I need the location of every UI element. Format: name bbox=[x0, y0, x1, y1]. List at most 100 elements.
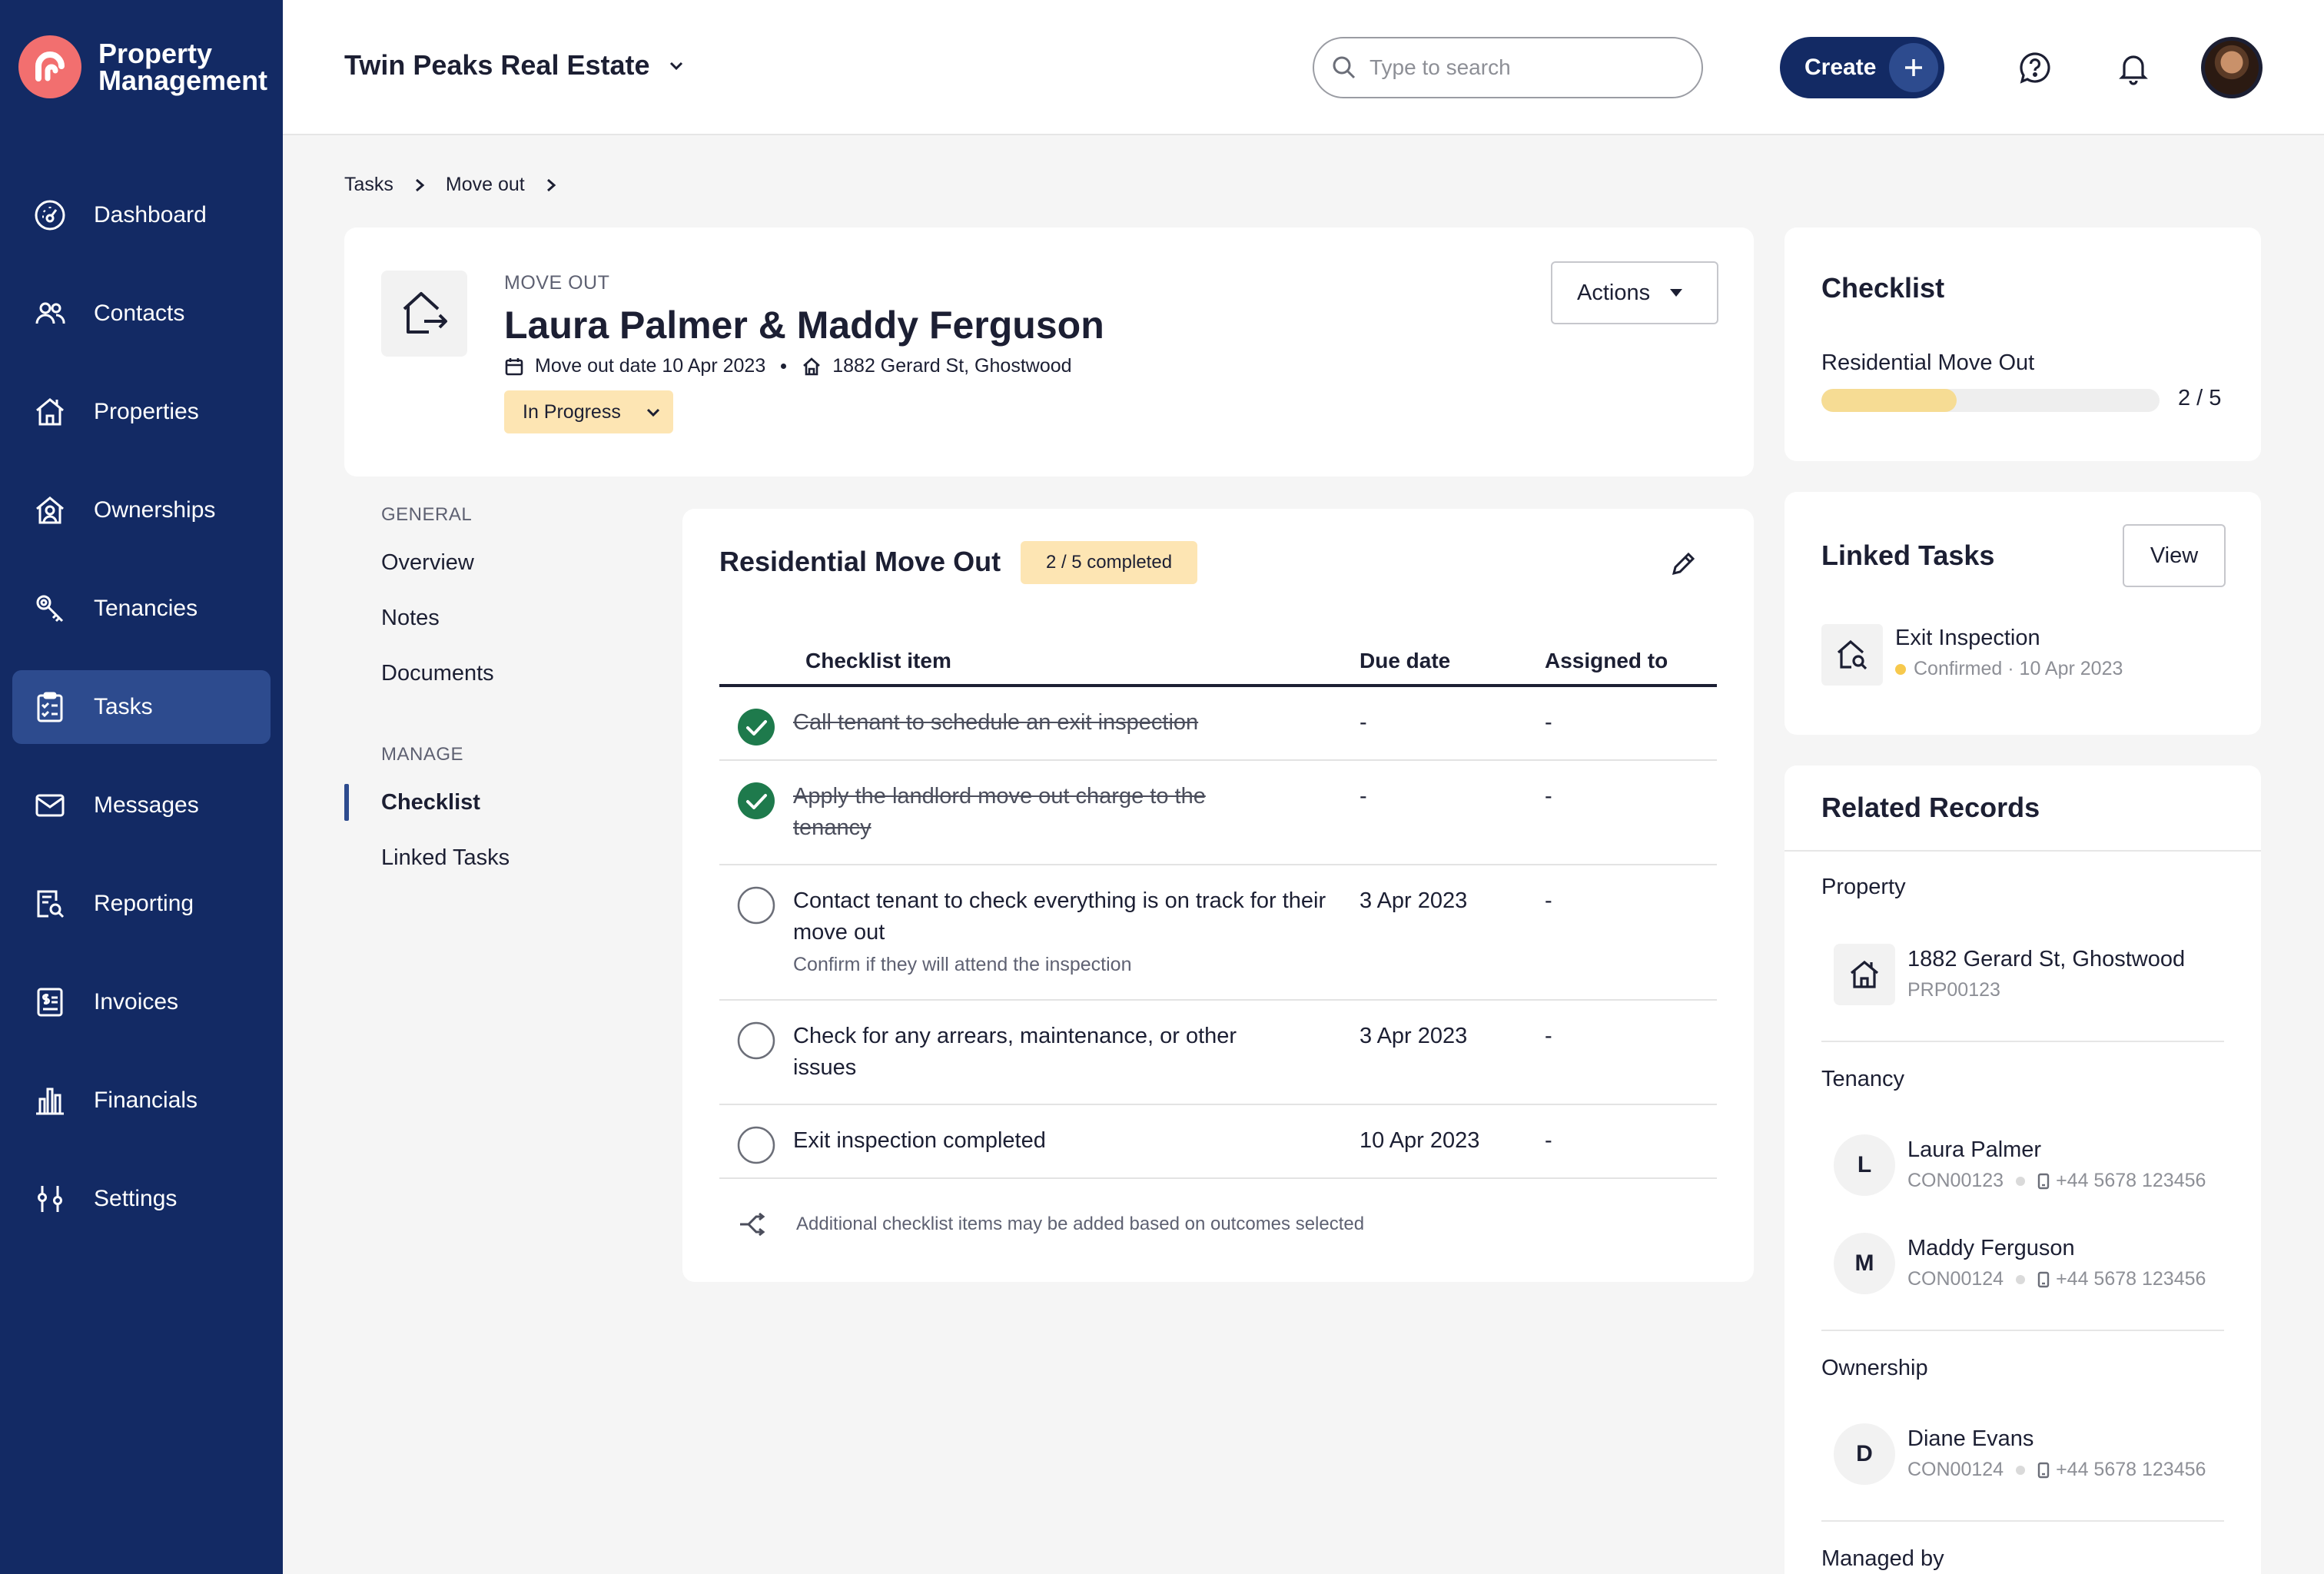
general-heading: GENERAL bbox=[381, 504, 473, 525]
empty-circle-icon[interactable] bbox=[736, 1125, 776, 1165]
related-records-card: Related Records Property 1882 Gerard St,… bbox=[1784, 765, 2261, 1574]
move-out-date: Move out date 10 Apr 2023 bbox=[535, 355, 766, 377]
chevron-down-icon bbox=[633, 390, 673, 433]
linked-task-name[interactable]: Exit Inspection bbox=[1895, 626, 2040, 651]
table-row[interactable]: Apply the landlord move out charge to th… bbox=[719, 761, 1717, 865]
contact-id: CON00124 bbox=[1907, 1459, 2004, 1480]
empty-circle-icon[interactable] bbox=[736, 885, 776, 925]
phone-icon bbox=[2037, 1271, 2050, 1288]
sidebar-item-label: Ownerships bbox=[94, 497, 216, 523]
sidebar-item-ownerships[interactable]: Ownerships bbox=[12, 473, 271, 547]
avatar: L bbox=[1834, 1134, 1895, 1196]
sidebar-nav: Dashboard Contacts Properties Ownerships… bbox=[12, 178, 271, 1260]
caret-down-icon bbox=[1668, 287, 1684, 298]
org-switcher[interactable]: Twin Peaks Real Estate bbox=[344, 49, 686, 81]
sidebar-item-label: Reporting bbox=[94, 891, 194, 916]
dashboard-icon bbox=[32, 198, 68, 233]
create-button[interactable]: Create bbox=[1780, 37, 1944, 98]
edit-icon[interactable] bbox=[1663, 544, 1703, 584]
checklist-summary-title: Checklist bbox=[1821, 272, 1945, 304]
empty-circle-icon[interactable] bbox=[736, 1021, 776, 1061]
table-row[interactable]: Contact tenant to check everything is on… bbox=[719, 865, 1717, 1001]
assignee[interactable]: - bbox=[1545, 687, 1717, 759]
task-type: MOVE OUT bbox=[504, 272, 610, 294]
app-name: Property Management bbox=[98, 38, 268, 96]
help-icon[interactable] bbox=[2012, 45, 2058, 91]
progress-label: Residential Move Out bbox=[1821, 350, 2035, 375]
messages-icon bbox=[32, 788, 68, 823]
phone-icon bbox=[2037, 1462, 2050, 1479]
subnav-documents[interactable]: Documents bbox=[344, 646, 652, 701]
property-ref: PRP00123 bbox=[1907, 979, 2000, 1001]
branch-icon bbox=[738, 1213, 765, 1236]
user-avatar[interactable] bbox=[2201, 37, 2263, 98]
property-name[interactable]: 1882 Gerard St, Ghostwood bbox=[1907, 947, 2185, 972]
tenant-name[interactable]: Maddy Ferguson bbox=[1907, 1236, 2075, 1261]
table-row[interactable]: Exit inspection completed 10 Apr 2023 - bbox=[719, 1105, 1717, 1179]
property-id: PRP00123 bbox=[1907, 979, 2000, 1001]
sidebar-item-settings[interactable]: Settings bbox=[12, 1162, 271, 1236]
breadcrumb-move-out[interactable]: Move out bbox=[446, 174, 525, 196]
sidebar-item-label: Dashboard bbox=[94, 202, 207, 227]
view-button[interactable]: View bbox=[2123, 524, 2226, 587]
due-date: - bbox=[1360, 710, 1367, 735]
reporting-icon bbox=[32, 886, 68, 921]
actions-label: Actions bbox=[1577, 280, 1651, 305]
owner-meta: CON00124 +44 5678 123456 bbox=[1907, 1459, 2206, 1481]
sidebar-item-reporting[interactable]: Reporting bbox=[12, 867, 271, 941]
sidebar-item-label: Tasks bbox=[94, 694, 153, 719]
checklist-title: Residential Move Out bbox=[719, 546, 1001, 577]
search-input[interactable] bbox=[1370, 55, 1677, 80]
tenant-meta: CON00123 +44 5678 123456 bbox=[1907, 1170, 2206, 1192]
subnav-notes[interactable]: Notes bbox=[344, 590, 652, 646]
task-address[interactable]: 1882 Gerard St, Ghostwood bbox=[832, 355, 1071, 377]
sidebar-item-dashboard[interactable]: Dashboard bbox=[12, 178, 271, 252]
subnav-checklist[interactable]: Checklist bbox=[344, 775, 652, 830]
status-dropdown[interactable]: In Progress bbox=[504, 390, 673, 433]
section-nav: GENERAL Overview Notes Documents MANAGE … bbox=[344, 504, 652, 885]
sidebar-item-label: Properties bbox=[94, 399, 199, 424]
sidebar-item-contacts[interactable]: Contacts bbox=[12, 277, 271, 350]
sidebar-item-properties[interactable]: Properties bbox=[12, 375, 271, 449]
separator-dot bbox=[2016, 1274, 2026, 1284]
breadcrumb-tasks[interactable]: Tasks bbox=[344, 174, 393, 196]
table-row[interactable]: Call tenant to schedule an exit inspecti… bbox=[719, 687, 1717, 761]
owner-name[interactable]: Diane Evans bbox=[1907, 1426, 2034, 1452]
sidebar-item-label: Messages bbox=[94, 792, 199, 818]
checklist-card: Residential Move Out 2 / 5 completed Che… bbox=[682, 509, 1754, 1282]
assignee[interactable]: - bbox=[1545, 1001, 1717, 1104]
col-assigned-to: Assigned to bbox=[1545, 649, 1668, 672]
linked-tasks-title: Linked Tasks bbox=[1821, 540, 1995, 571]
sidebar-item-invoices[interactable]: Invoices bbox=[12, 965, 271, 1039]
checked-circle-icon[interactable] bbox=[736, 781, 776, 821]
contact-id: CON00124 bbox=[1907, 1268, 2004, 1290]
assignee[interactable]: - bbox=[1545, 761, 1717, 864]
progress-bar bbox=[1821, 389, 2160, 412]
linked-tasks-card: Linked Tasks View Exit Inspection Confir… bbox=[1784, 492, 2261, 735]
assignee[interactable]: - bbox=[1545, 1105, 1717, 1177]
subnav-overview[interactable]: Overview bbox=[344, 535, 652, 590]
top-bar: Twin Peaks Real Estate Create bbox=[283, 0, 2324, 135]
linked-task-status: Confirmed · 10 Apr 2023 bbox=[1914, 658, 2123, 679]
subnav-linked-tasks[interactable]: Linked Tasks bbox=[344, 830, 652, 885]
org-name: Twin Peaks Real Estate bbox=[344, 49, 650, 81]
tenancies-icon bbox=[32, 591, 68, 626]
actions-button[interactable]: Actions bbox=[1551, 261, 1718, 324]
checklist-summary-card: Checklist Residential Move Out 2 / 5 bbox=[1784, 227, 2261, 461]
sidebar-item-tasks[interactable]: Tasks bbox=[12, 670, 271, 744]
table-row[interactable]: Check for any arrears, maintenance, or o… bbox=[719, 1001, 1717, 1105]
table-header: Checklist item Due date Assigned to bbox=[719, 638, 1717, 687]
checked-circle-icon[interactable] bbox=[736, 707, 776, 747]
tenant-name[interactable]: Laura Palmer bbox=[1907, 1137, 2041, 1163]
search-box[interactable] bbox=[1313, 37, 1703, 98]
app-logo[interactable]: Property Management bbox=[18, 35, 283, 98]
sidebar-item-financials[interactable]: Financials bbox=[12, 1064, 271, 1137]
assignee[interactable]: - bbox=[1545, 865, 1717, 999]
due-date: 10 Apr 2023 bbox=[1360, 1128, 1480, 1153]
settings-icon bbox=[32, 1181, 68, 1217]
bell-icon[interactable] bbox=[2110, 45, 2156, 91]
separator-dot bbox=[2016, 1176, 2026, 1186]
breadcrumb: Tasks Move out bbox=[344, 174, 577, 196]
sidebar-item-messages[interactable]: Messages bbox=[12, 769, 271, 842]
sidebar-item-tenancies[interactable]: Tenancies bbox=[12, 572, 271, 646]
